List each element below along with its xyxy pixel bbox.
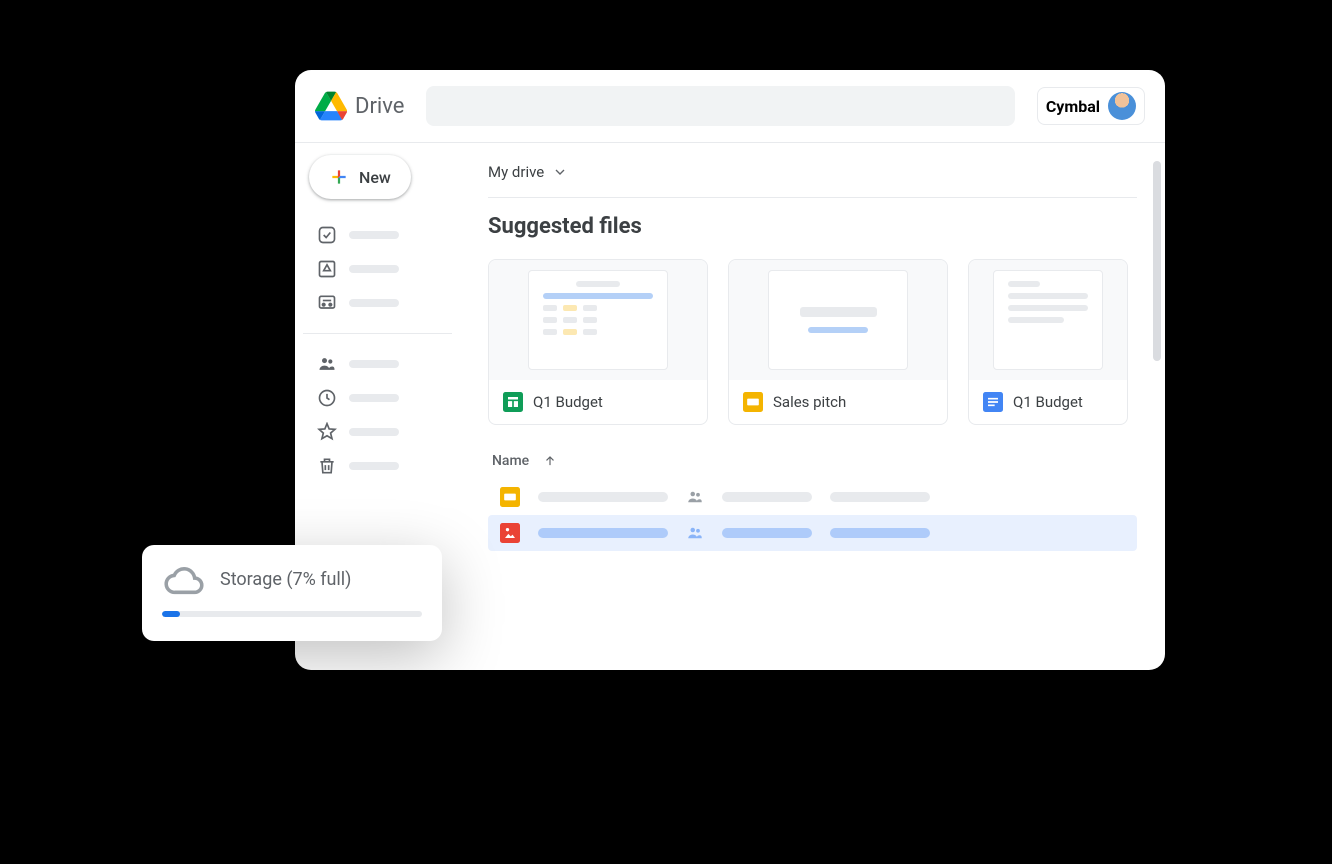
trash-icon bbox=[317, 456, 337, 476]
table-header[interactable]: Name bbox=[488, 453, 1137, 479]
drive-logo[interactable]: Drive bbox=[315, 90, 404, 122]
shared-icon bbox=[686, 524, 704, 542]
sidebar-item-priority[interactable] bbox=[303, 221, 452, 249]
sidebar-item-recent[interactable] bbox=[303, 384, 452, 412]
table-row[interactable] bbox=[488, 479, 1137, 515]
column-name: Name bbox=[492, 453, 529, 469]
file-preview bbox=[489, 260, 707, 380]
table-row[interactable] bbox=[488, 515, 1137, 551]
nav-label-placeholder bbox=[349, 394, 399, 402]
cloud-icon bbox=[162, 563, 206, 595]
sidebar-item-shared[interactable] bbox=[303, 350, 452, 378]
nav-label-placeholder bbox=[349, 428, 399, 436]
docs-icon bbox=[983, 392, 1003, 412]
breadcrumb-label: My drive bbox=[488, 163, 544, 181]
file-name: Q1 Budget bbox=[1013, 393, 1083, 411]
breadcrumb[interactable]: My drive bbox=[488, 163, 1137, 198]
cell-placeholder bbox=[538, 528, 668, 538]
nav-label-placeholder bbox=[349, 462, 399, 470]
people-icon bbox=[317, 354, 337, 374]
new-button[interactable]: New bbox=[309, 155, 411, 199]
star-icon bbox=[317, 422, 337, 442]
nav-divider bbox=[303, 333, 452, 334]
storage-progress bbox=[162, 611, 422, 617]
app-title: Drive bbox=[355, 94, 404, 119]
sheets-icon bbox=[503, 392, 523, 412]
org-badge[interactable]: Cymbal bbox=[1037, 87, 1145, 125]
storage-label: Storage (7% full) bbox=[220, 569, 351, 590]
sort-ascending-icon bbox=[543, 454, 557, 468]
file-preview bbox=[969, 260, 1127, 380]
plus-icon bbox=[329, 167, 349, 187]
drive-icon bbox=[315, 90, 347, 122]
scrollbar[interactable] bbox=[1153, 161, 1161, 361]
clock-icon bbox=[317, 388, 337, 408]
cell-placeholder bbox=[722, 528, 812, 538]
cell-placeholder bbox=[830, 492, 930, 502]
nav-label-placeholder bbox=[349, 231, 399, 239]
suggested-files: Q1 Budget Sales pitch bbox=[488, 259, 1137, 425]
section-title: Suggested files bbox=[488, 214, 1137, 239]
slides-icon bbox=[743, 392, 763, 412]
storage-progress-fill bbox=[162, 611, 180, 617]
nav-label-placeholder bbox=[349, 265, 399, 273]
drive-square-icon bbox=[317, 259, 337, 279]
nav-label-placeholder bbox=[349, 299, 399, 307]
image-icon bbox=[500, 523, 520, 543]
org-name: Cymbal bbox=[1046, 97, 1100, 116]
sidebar-item-trash[interactable] bbox=[303, 452, 452, 480]
avatar bbox=[1108, 92, 1136, 120]
file-card[interactable]: Q1 Budget bbox=[968, 259, 1128, 425]
checkbox-icon bbox=[317, 225, 337, 245]
nav-label-placeholder bbox=[349, 360, 399, 368]
slides-icon bbox=[500, 487, 520, 507]
file-preview bbox=[729, 260, 947, 380]
file-card[interactable]: Q1 Budget bbox=[488, 259, 708, 425]
cell-placeholder bbox=[538, 492, 668, 502]
main: My drive Suggested files bbox=[460, 143, 1165, 670]
chevron-down-icon bbox=[552, 164, 568, 180]
sidebar-item-mydrive[interactable] bbox=[303, 255, 452, 283]
new-button-label: New bbox=[359, 168, 391, 187]
file-name: Q1 Budget bbox=[533, 393, 603, 411]
file-name: Sales pitch bbox=[773, 393, 846, 411]
file-card[interactable]: Sales pitch bbox=[728, 259, 948, 425]
search-input[interactable] bbox=[426, 86, 1014, 126]
computers-icon bbox=[317, 293, 337, 313]
sidebar-item-computers[interactable] bbox=[303, 289, 452, 317]
cell-placeholder bbox=[722, 492, 812, 502]
shared-icon bbox=[686, 488, 704, 506]
sidebar-item-starred[interactable] bbox=[303, 418, 452, 446]
header: Drive Cymbal bbox=[295, 70, 1165, 143]
storage-card[interactable]: Storage (7% full) bbox=[142, 545, 442, 641]
cell-placeholder bbox=[830, 528, 930, 538]
